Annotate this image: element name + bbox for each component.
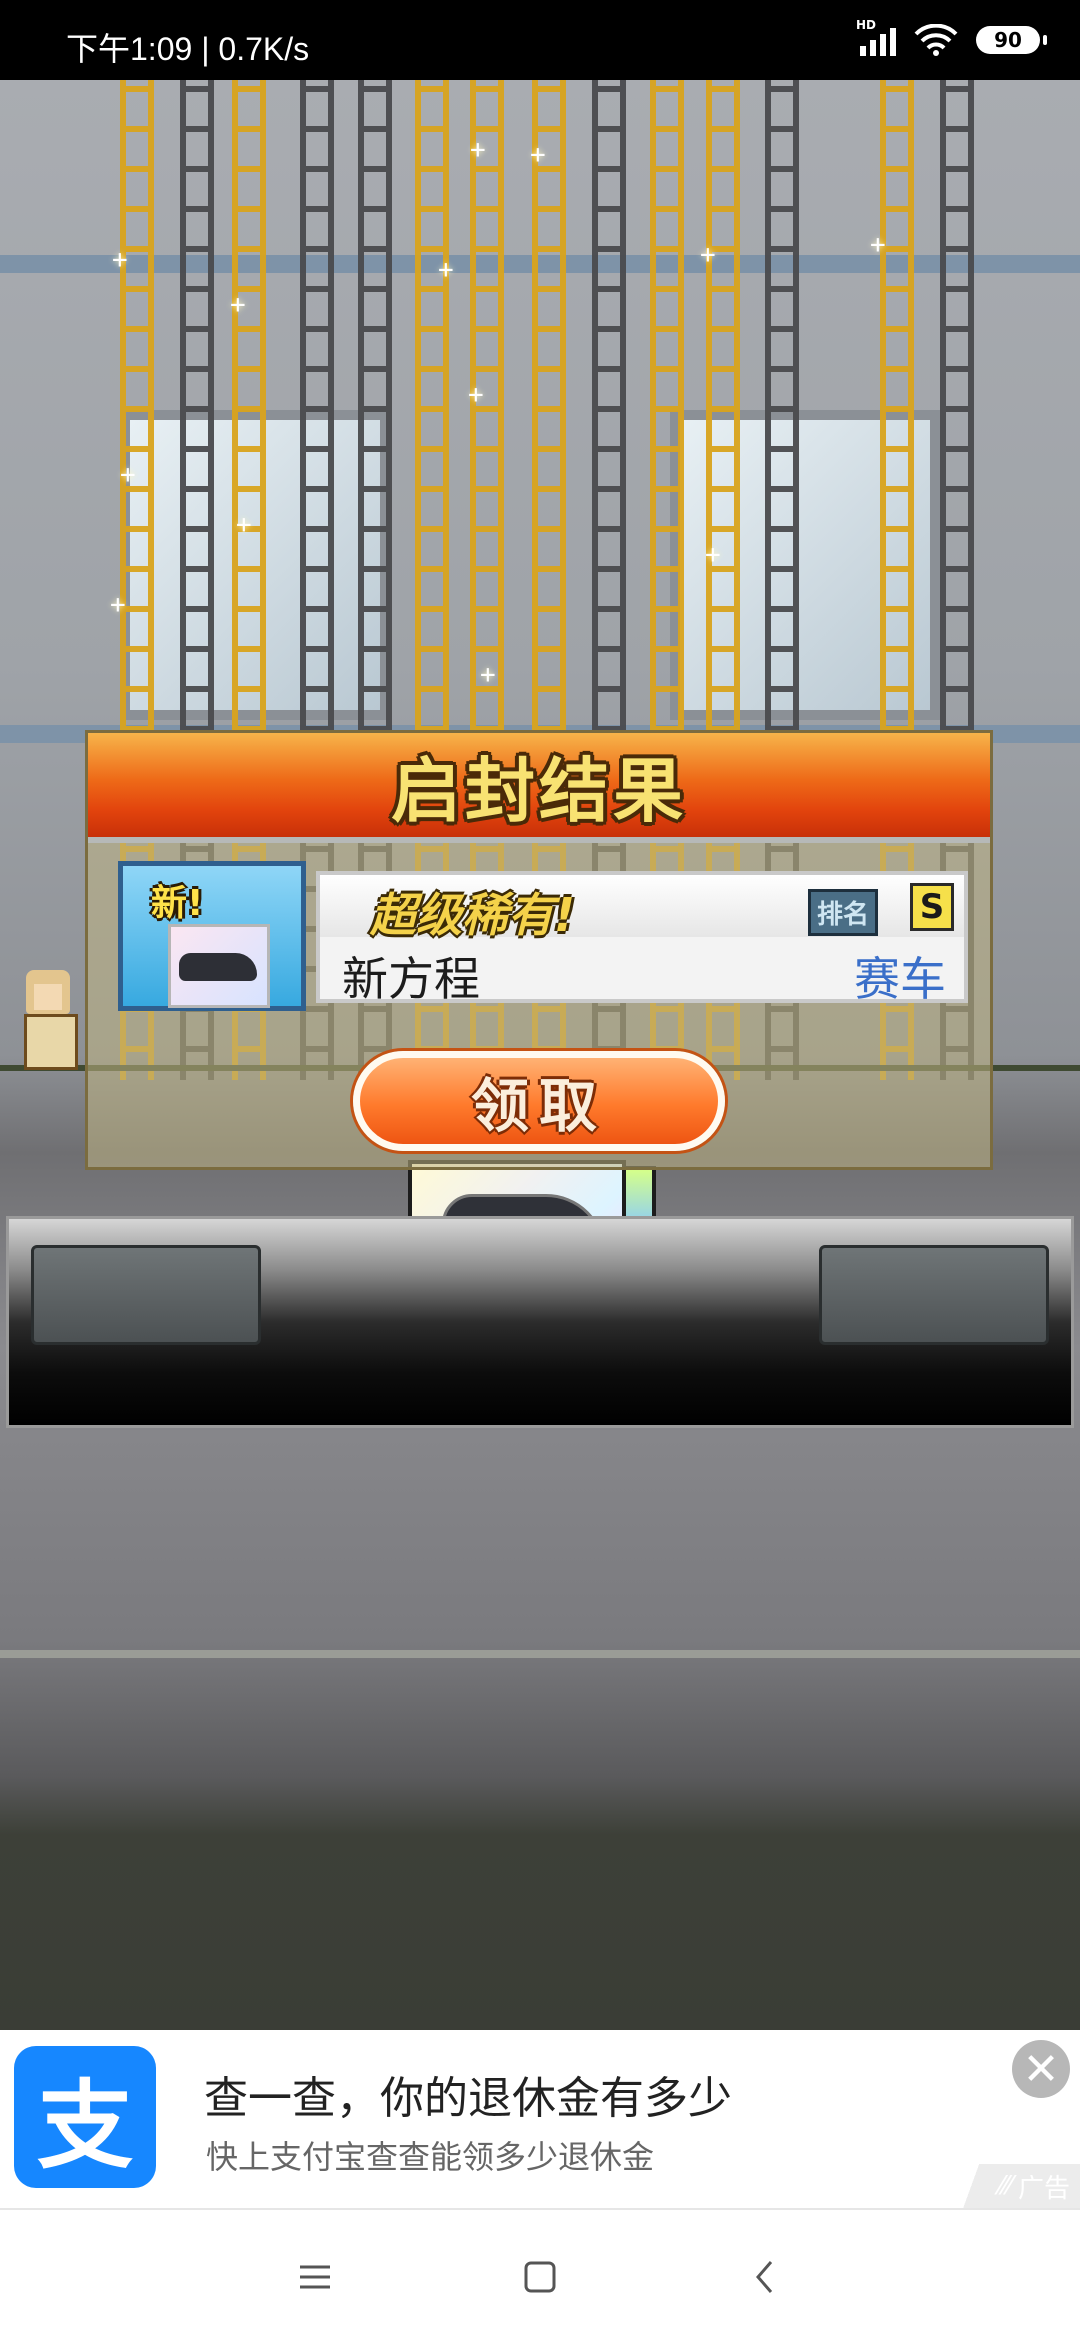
claim-button-label: 领取 xyxy=(470,1072,607,1140)
ad-banner[interactable]: 支 查一查，你的退休金有多少 快上支付宝查查能领多少退休金 ✕ ⁄⁄⁄ 广告 xyxy=(0,2030,1080,2208)
sparkle: + xyxy=(468,380,484,410)
battery-level: 90 xyxy=(994,28,1022,52)
sparkle: + xyxy=(470,135,486,165)
clock-text: 下午1:09 xyxy=(66,31,193,67)
sparkle: + xyxy=(530,140,546,170)
left-bar-button[interactable] xyxy=(31,1245,261,1345)
item-icon: 新! xyxy=(118,861,306,1011)
status-bar: 下午1:09 | 0.7K/s HD 90 xyxy=(0,0,1080,80)
rarity-label: 超级稀有! xyxy=(370,888,575,942)
close-glyph: ✕ xyxy=(1022,2043,1060,2095)
rank-label: 排名 xyxy=(808,889,879,936)
network-speed: 0.7K/s xyxy=(218,31,310,67)
ad-tag: ⁄⁄⁄ 广告 xyxy=(950,2164,1080,2208)
item-info: 超级稀有! 排名 S 新方程 赛车 xyxy=(316,871,968,1006)
ad-tag-label: 广告 xyxy=(1017,2173,1070,2204)
sparkle: + xyxy=(110,590,126,620)
rank-value: S xyxy=(910,883,954,931)
status-icons: HD 90 xyxy=(856,18,1047,58)
sparkle: + xyxy=(705,540,721,570)
alipay-logo-glyph: 支 xyxy=(37,2069,133,2182)
wifi-icon xyxy=(914,24,958,56)
right-bar-button[interactable] xyxy=(819,1245,1049,1345)
sparkle: + xyxy=(120,460,136,490)
close-icon[interactable]: ✕ xyxy=(1012,2040,1070,2098)
ad-subtitle: 快上支付宝查查能领多少退休金 xyxy=(206,2138,655,2176)
new-badge: 新! xyxy=(151,883,204,924)
claim-button[interactable]: 领取 xyxy=(353,1051,725,1151)
game-bottom-bar xyxy=(6,1216,1074,1428)
sparkle: + xyxy=(236,510,252,540)
sparkle: + xyxy=(700,240,716,270)
back-icon[interactable] xyxy=(740,2252,790,2302)
hd-label: HD xyxy=(856,18,877,32)
sparkle: + xyxy=(438,255,454,285)
home-icon[interactable] xyxy=(515,2252,565,2302)
sparkle: + xyxy=(870,230,886,260)
game-scene[interactable]: + + + + + + + + + + + + + 启封结果 新! 超级稀有! … xyxy=(0,80,1080,2030)
result-panel: 启封结果 新! 超级稀有! 排名 S 新方程 赛车 领取 xyxy=(85,730,993,1170)
floor-track xyxy=(0,1650,1080,1658)
item-name: 新方程 xyxy=(342,952,480,1006)
battery-icon: 90 xyxy=(976,26,1047,54)
car-thumbnail xyxy=(168,924,270,1008)
item-type: 赛车 xyxy=(854,952,946,1006)
result-title: 启封结果 xyxy=(391,749,687,832)
status-time: 下午1:09 | 0.7K/s xyxy=(66,31,310,67)
menu-icon[interactable] xyxy=(290,2252,340,2302)
sparkle: + xyxy=(112,245,128,275)
ad-title: 查一查，你的退休金有多少 xyxy=(204,2073,732,2124)
alipay-logo-icon: 支 xyxy=(14,2046,156,2188)
system-nav-bar xyxy=(0,2208,1080,2340)
result-header: 启封结果 xyxy=(88,733,990,843)
character-sprite[interactable] xyxy=(20,970,78,1070)
signal-icon: HD xyxy=(856,18,896,56)
sparkle: + xyxy=(230,290,246,320)
sparkle: + xyxy=(480,660,496,690)
item-card[interactable]: 新! 超级稀有! 排名 S 新方程 赛车 xyxy=(118,861,968,1011)
